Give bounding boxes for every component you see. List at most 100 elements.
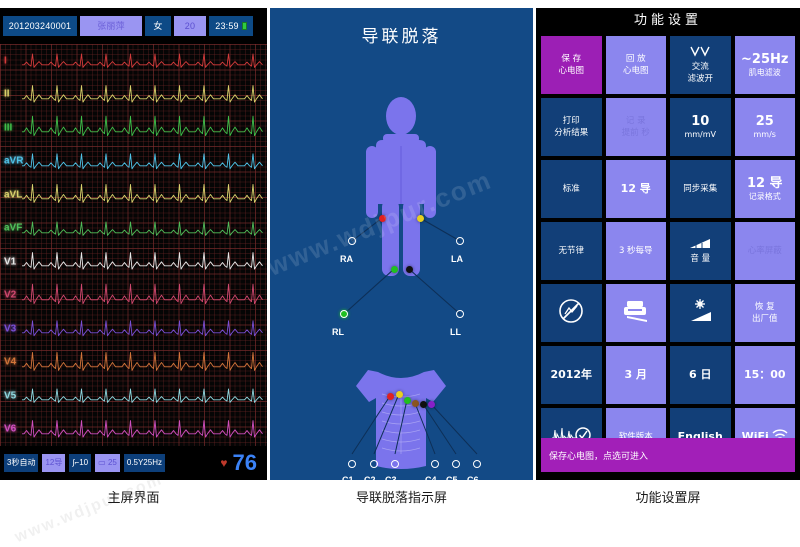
settings-key-19[interactable]	[670, 284, 731, 342]
settings-key-label: mm/s	[753, 130, 776, 139]
patient-sex-field[interactable]: 女	[145, 16, 171, 36]
settings-key-23[interactable]: 6 日	[670, 346, 731, 404]
settings-key-6[interactable]: 记 录提前 秒	[605, 98, 666, 156]
settings-key-21[interactable]: 2012年	[541, 346, 602, 404]
electrode-dot-c1	[386, 392, 394, 400]
heart-rate-display: ♥ 76	[220, 452, 263, 474]
settings-key-15[interactable]: 音 量	[670, 222, 731, 280]
ecg-trace	[22, 115, 263, 137]
electrode-status-c2	[370, 460, 378, 468]
ac-filter-icon	[690, 46, 710, 61]
electrode-status-rl	[340, 310, 348, 318]
lead-label: I	[4, 55, 7, 67]
settings-key-label: 滤波开	[687, 73, 713, 84]
patient-name-field[interactable]: 张丽萍	[80, 16, 142, 36]
brightness-icon	[686, 299, 714, 327]
ecg-lead-row: V6	[0, 413, 267, 447]
ecg-trace	[22, 320, 263, 337]
settings-key-label: 打印	[562, 116, 580, 126]
lead-label: V6	[4, 423, 17, 435]
settings-key-10[interactable]: 12 导	[605, 160, 666, 218]
body-diagram	[343, 97, 478, 469]
patient-age-field[interactable]: 20	[174, 16, 206, 36]
ecg-trace	[22, 152, 263, 169]
gain-value: 10	[79, 458, 89, 467]
electrode-label-la: LA	[451, 254, 463, 264]
settings-key-8[interactable]: 25 mm/s	[734, 98, 795, 156]
ecg-lead-row: aVL	[0, 178, 267, 212]
settings-key-5[interactable]: 打印 分析结果	[541, 98, 602, 156]
electrode-status-ll	[456, 310, 464, 318]
settings-key-11[interactable]: 同步采集	[670, 160, 731, 218]
settings-key-3[interactable]: 交流 滤波开	[670, 36, 731, 94]
settings-key-12[interactable]: 12 导记录格式	[734, 160, 795, 218]
settings-key-4[interactable]: ~25Hz 肌电滤波	[734, 36, 795, 94]
settings-key-1[interactable]: 保 存心电图	[541, 36, 602, 94]
settings-key-label: 心率屏蔽	[747, 246, 782, 256]
settings-key-22[interactable]: 3 月	[605, 346, 666, 404]
settings-key-16[interactable]: 心率屏蔽	[734, 222, 795, 280]
settings-key-7[interactable]: 10 mm/mV	[670, 98, 731, 156]
heart-rate-value: 76	[232, 450, 257, 475]
settings-key-20[interactable]: 恢 复出厂值	[734, 284, 795, 342]
acquisition-mode-button[interactable]: 3秒自动	[4, 454, 39, 472]
speed-button[interactable]: ▭ 25	[95, 454, 120, 472]
settings-key-label: 10	[691, 114, 710, 129]
battery-icon	[241, 22, 247, 30]
electrode-label-c2: C2	[364, 475, 376, 480]
settings-key-13[interactable]: 无节律	[541, 222, 602, 280]
clock-text: 23:59	[215, 21, 239, 31]
settings-key-14[interactable]: 3 秒每导	[605, 222, 666, 280]
settings-key-label: 恢 复	[754, 302, 775, 312]
speed-value: 25	[107, 458, 117, 467]
settings-key-label: 出厂值	[751, 314, 778, 324]
settings-key-label: 心电图	[622, 66, 649, 76]
caption-settings-screen: 功能设置屏	[635, 491, 701, 506]
settings-key-label: 12 导	[746, 176, 783, 191]
ecg-trace	[22, 221, 263, 236]
settings-key-label: 同步采集	[683, 184, 718, 194]
gain-button[interactable]: ∫⌐10	[69, 454, 92, 472]
ecg-lead-row: V5	[0, 379, 267, 413]
settings-status-bar: 保存心电图，点选可进入	[541, 438, 795, 472]
ecg-waveform-area[interactable]: I II III aVR aVL aVF V1 V2 V3 V4 V5 V6	[0, 44, 267, 446]
volume-icon	[690, 239, 711, 248]
filter-button[interactable]: 0.5Y25Hz	[123, 454, 165, 472]
settings-key-24[interactable]: 15：00	[734, 346, 795, 404]
settings-key-2[interactable]: 回 放心电图	[605, 36, 666, 94]
lead-count-button[interactable]: 12导	[42, 454, 66, 472]
settings-key-18[interactable]	[605, 284, 666, 342]
electrode-label-c4: C4	[425, 475, 437, 480]
printer-icon	[623, 301, 647, 322]
no-signal-icon	[559, 299, 584, 323]
ecg-trace	[22, 419, 263, 438]
settings-key-label: 3 月	[624, 368, 647, 381]
electrode-status-c4	[431, 460, 439, 468]
settings-key-label: 记 录	[625, 116, 646, 126]
electrode-status-la	[456, 237, 464, 245]
ecg-lead-row: aVR	[0, 145, 267, 179]
ecg-trace	[22, 53, 263, 68]
electrode-dot-c6	[427, 400, 435, 408]
electrode-dot-la	[416, 214, 424, 222]
electrode-label-rl: RL	[332, 327, 344, 337]
electrode-dot-c4	[411, 399, 419, 407]
electrode-dot-rl	[390, 265, 398, 273]
heart-icon: ♥	[220, 456, 228, 470]
ecg-trace	[22, 351, 263, 371]
lead-label: V3	[4, 323, 17, 335]
settings-key-label: mm/mV	[684, 130, 717, 139]
lead-label: II	[4, 88, 10, 100]
settings-key-label: 肌电滤波	[748, 68, 781, 77]
ac-filter-icon	[690, 46, 710, 57]
settings-key-label: 分析结果	[554, 128, 589, 138]
patient-id-field[interactable]: 201203240001	[3, 16, 77, 36]
electrode-dot-c2	[395, 390, 403, 398]
settings-key-label: 回 放	[625, 54, 646, 64]
settings-key-9[interactable]: 标准	[541, 160, 602, 218]
settings-key-label: 保 存	[561, 54, 582, 64]
settings-key-17[interactable]	[541, 284, 602, 342]
settings-key-label: ~25Hz	[741, 52, 789, 67]
ecg-lead-row: V4	[0, 346, 267, 380]
volume-icon	[687, 237, 713, 253]
